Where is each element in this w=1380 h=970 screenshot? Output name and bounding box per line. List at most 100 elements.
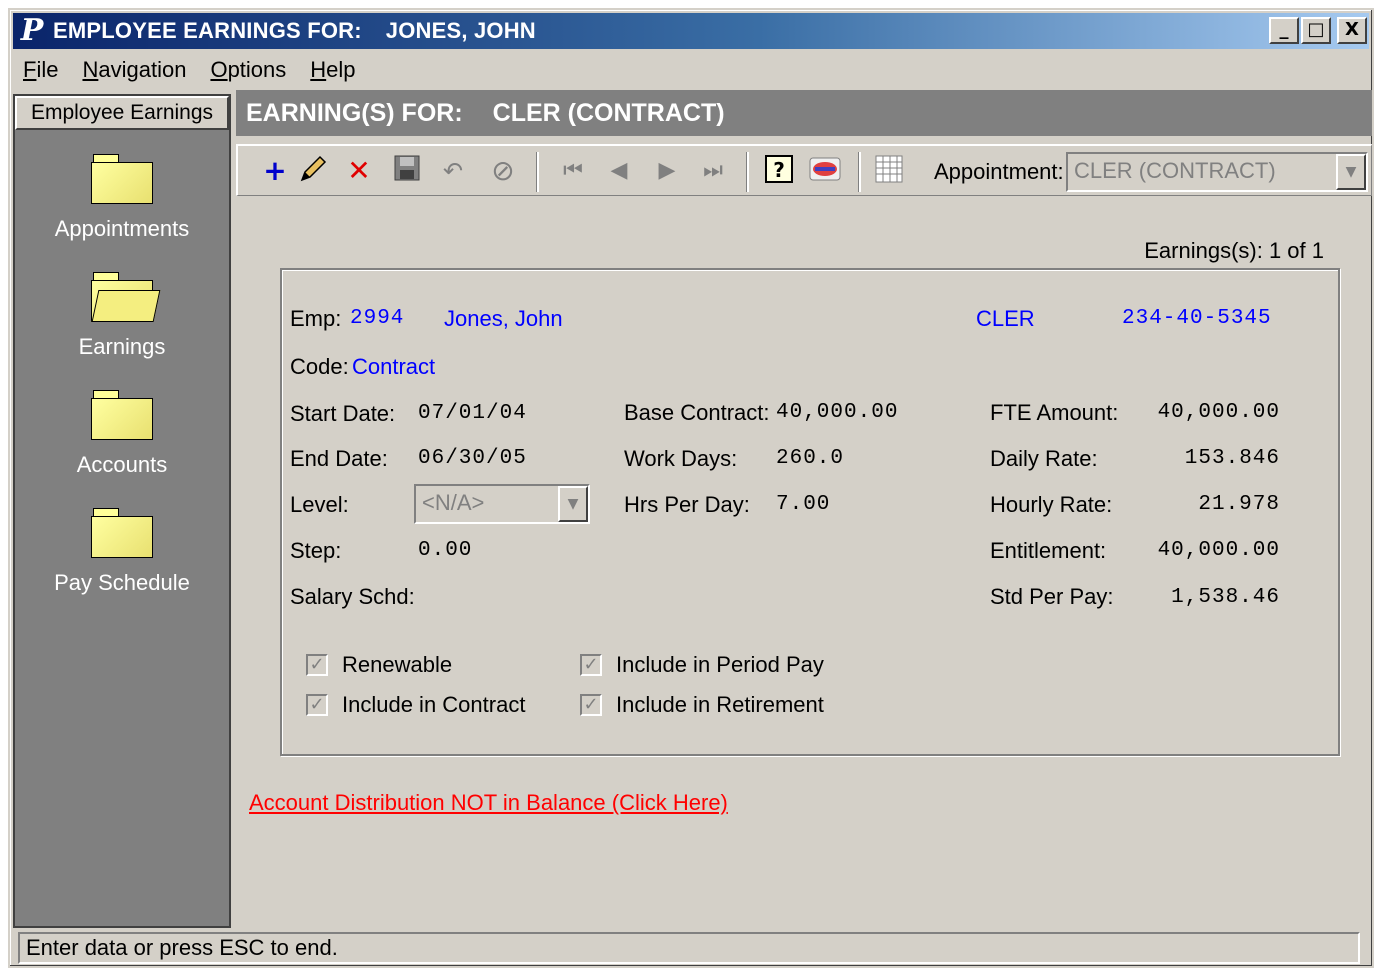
- base-contract-label: Base Contract:: [624, 400, 770, 425]
- sidebar-item-label: Earnings: [78, 334, 166, 359]
- renewable-checkbox[interactable]: ✓ Renewable: [306, 652, 452, 678]
- record-count: Earnings(s): 1 of 1: [1144, 238, 1324, 263]
- menu-file-label: ile: [36, 57, 59, 82]
- sidebar-item-label: Appointments: [54, 216, 190, 241]
- maximize-button[interactable]: □: [1301, 17, 1331, 44]
- end-date-value: 06/30/05: [418, 447, 527, 470]
- end-date-label: End Date:: [290, 446, 388, 471]
- window-title: EMPLOYEE EARNINGS FOR: JONES, JOHN: [53, 18, 536, 44]
- menu-help-label: elp: [326, 57, 356, 82]
- folder-icon: [91, 390, 153, 440]
- include-retirement-checkbox[interactable]: ✓ Include in Retirement: [580, 692, 824, 718]
- menu-options-key: O: [210, 57, 228, 82]
- next-record-icon[interactable]: ▶: [650, 154, 684, 188]
- menu-navigation-key: N: [82, 57, 99, 82]
- menu-bar: File Navigation Options Help: [13, 52, 1369, 88]
- chevron-down-icon[interactable]: ▼: [558, 486, 588, 522]
- sidebar-item-earnings[interactable]: Earnings: [15, 272, 229, 360]
- toolbar-separator: [858, 152, 861, 192]
- code-value: Contract: [352, 354, 436, 379]
- work-days-label: Work Days:: [624, 446, 738, 471]
- daily-rate-label: Daily Rate:: [990, 446, 1098, 471]
- last-record-icon[interactable]: ⏭: [696, 154, 730, 188]
- title-prefix: EMPLOYEE EARNINGS FOR:: [53, 18, 362, 43]
- ssn-value: 234-40-5345: [1122, 307, 1272, 330]
- sidebar-item-appointments[interactable]: Appointments: [15, 154, 229, 242]
- section-header-code: CLER (CONTRACT): [492, 99, 725, 127]
- section-header-label: EARNING(S) FOR:: [246, 99, 463, 127]
- step-label: Step:: [290, 538, 342, 563]
- grid-icon[interactable]: [872, 154, 906, 188]
- emp-id: 2994: [350, 307, 405, 330]
- section-header: EARNING(S) FOR: CLER (CONTRACT): [236, 90, 1372, 136]
- minimize-button[interactable]: _: [1269, 17, 1299, 44]
- previous-record-icon[interactable]: ◀: [602, 154, 636, 188]
- cancel-icon[interactable]: ⊘: [486, 154, 520, 188]
- menu-navigation[interactable]: Navigation: [82, 57, 186, 83]
- position-code: CLER: [976, 306, 1035, 331]
- sidebar-header[interactable]: Employee Earnings: [15, 96, 229, 130]
- sidebar: Employee Earnings Appointments Earnings …: [13, 94, 231, 928]
- level-value: <N/A>: [422, 490, 485, 515]
- entitlement-value: 40,000.00: [1157, 539, 1280, 562]
- chevron-down-icon[interactable]: ▼: [1336, 154, 1366, 190]
- toolbar-separator: [746, 152, 749, 192]
- fte-amount-value: 40,000.00: [1157, 401, 1280, 424]
- menu-options[interactable]: Options: [210, 57, 286, 83]
- appointment-select[interactable]: CLER (CONTRACT) ▼: [1066, 152, 1368, 192]
- sidebar-item-accounts[interactable]: Accounts: [15, 390, 229, 478]
- level-select[interactable]: <N/A> ▼: [414, 484, 590, 524]
- work-days-value: 260.0: [776, 447, 845, 470]
- toolbar: + ✕ ↶ ⊘ ⏮ ◀ ▶ ⏭ ? Appointment: CLER (CON…: [236, 144, 1372, 196]
- checkbox-check-icon: ✓: [580, 694, 602, 716]
- emp-name: Jones, John: [444, 306, 563, 331]
- appointment-label: Appointment:: [934, 159, 1064, 184]
- checkbox-check-icon: ✓: [306, 694, 328, 716]
- salary-schd-label: Salary Schd:: [290, 584, 415, 609]
- std-per-pay-label: Std Per Pay:: [990, 584, 1114, 609]
- entitlement-label: Entitlement:: [990, 538, 1107, 563]
- base-contract-value: 40,000.00: [776, 401, 899, 424]
- step-value: 0.00: [418, 539, 473, 562]
- sidebar-item-label: Accounts: [76, 452, 168, 477]
- toolbar-separator: [536, 152, 539, 192]
- start-date-label: Start Date:: [290, 401, 396, 426]
- std-per-pay-value: 1,538.46: [1171, 586, 1280, 609]
- hourly-rate-label: Hourly Rate:: [990, 492, 1113, 517]
- delete-icon[interactable]: ✕: [342, 154, 376, 188]
- add-icon[interactable]: +: [258, 154, 292, 188]
- sidebar-item-pay-schedule[interactable]: Pay Schedule: [15, 508, 229, 596]
- close-button[interactable]: X: [1337, 17, 1367, 44]
- menu-options-label: ptions: [227, 57, 287, 82]
- main-window: P EMPLOYEE EARNINGS FOR: JONES, JOHN _ □ …: [8, 8, 1374, 968]
- code-label: Code:: [290, 354, 349, 379]
- include-contract-checkbox[interactable]: ✓ Include in Contract: [306, 692, 525, 718]
- include-period-pay-checkbox[interactable]: ✓ Include in Period Pay: [580, 652, 824, 678]
- folder-icon: [91, 508, 153, 558]
- window-controls: _ □ X: [1269, 17, 1367, 44]
- hrs-per-day-value: 7.00: [776, 493, 831, 516]
- calculator-icon[interactable]: [808, 154, 842, 188]
- folder-icon: [91, 154, 153, 204]
- menu-help-key: H: [310, 57, 327, 82]
- checkbox-check-icon: ✓: [306, 654, 328, 676]
- save-icon[interactable]: [390, 154, 424, 188]
- svg-text:?: ?: [773, 158, 785, 182]
- undo-icon[interactable]: ↶: [436, 154, 470, 188]
- help-icon[interactable]: ?: [762, 154, 796, 188]
- title-bar[interactable]: P EMPLOYEE EARNINGS FOR: JONES, JOHN _ □ …: [13, 13, 1369, 49]
- edit-icon[interactable]: [296, 154, 330, 188]
- include-retirement-label: Include in Retirement: [616, 692, 824, 717]
- menu-file[interactable]: File: [23, 57, 58, 83]
- open-folder-icon: [91, 272, 161, 322]
- app-logo-icon: P: [20, 13, 44, 48]
- hrs-per-day-label: Hrs Per Day:: [624, 492, 750, 517]
- start-date-value: 07/01/04: [418, 402, 527, 425]
- sidebar-item-label: Pay Schedule: [54, 570, 190, 595]
- renewable-label: Renewable: [342, 652, 453, 677]
- first-record-icon[interactable]: ⏮: [556, 154, 590, 188]
- checkbox-check-icon: ✓: [580, 654, 602, 676]
- emp-label: Emp:: [290, 306, 342, 331]
- account-distribution-warning-link[interactable]: Account Distribution NOT in Balance (Cli…: [249, 790, 728, 816]
- menu-help[interactable]: Help: [310, 57, 355, 83]
